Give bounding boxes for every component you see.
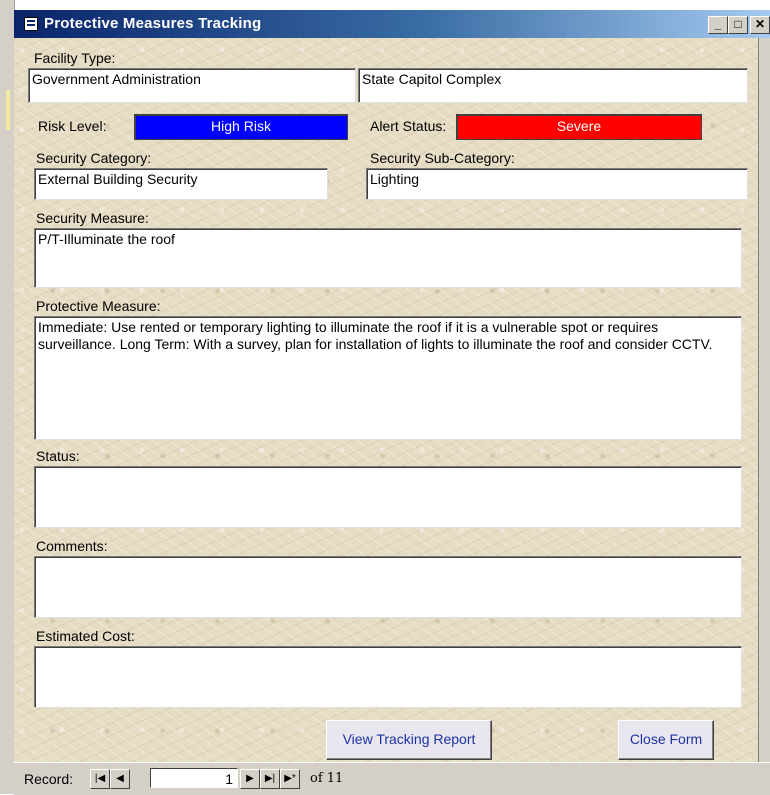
title-bar[interactable]: Protective Measures Tracking _ □ ✕ (14, 10, 770, 38)
background-window-edge (0, 0, 15, 794)
minimize-button[interactable]: _ (708, 16, 728, 34)
security-category-label: Security Category: (36, 150, 152, 166)
maximize-button[interactable]: □ (728, 16, 748, 34)
form-right-edge (758, 38, 770, 762)
estimated-cost-field[interactable] (34, 646, 742, 708)
record-navigator: Record: |◀ ◀ 1 ▶ ▶| ▶* of 11 (14, 762, 770, 795)
last-record-icon[interactable]: ▶| (260, 769, 280, 789)
view-tracking-report-button[interactable]: View Tracking Report (326, 720, 492, 760)
protective-measure-label: Protective Measure: (36, 298, 161, 314)
alert-status-label: Alert Status: (370, 118, 447, 134)
background-highlight (6, 90, 10, 130)
facility-name-field[interactable]: State Capitol Complex (358, 68, 748, 103)
security-measure-field[interactable]: P/T-Illuminate the roof (34, 228, 742, 288)
close-form-button[interactable]: Close Form (618, 720, 714, 760)
security-subcategory-label: Security Sub-Category: (370, 150, 515, 166)
risk-level-label: Risk Level: (38, 118, 107, 134)
estimated-cost-label: Estimated Cost: (36, 628, 135, 644)
form-body: Facility Type: Government Administration… (14, 38, 758, 762)
next-record-icon[interactable]: ▶ (240, 769, 260, 789)
facility-type-label: Facility Type: (34, 50, 116, 66)
current-record-input[interactable]: 1 (150, 768, 238, 788)
close-window-button[interactable]: ✕ (750, 16, 770, 34)
facility-type-field[interactable]: Government Administration (28, 68, 356, 103)
status-label: Status: (36, 448, 80, 464)
security-category-field[interactable]: External Building Security (34, 168, 328, 200)
risk-level-field[interactable]: High Risk (134, 114, 348, 140)
access-form-window: Protective Measures Tracking _ □ ✕ Facil… (0, 0, 770, 795)
form-icon (24, 17, 38, 31)
previous-record-icon[interactable]: ◀ (110, 769, 130, 789)
new-record-icon[interactable]: ▶* (280, 769, 300, 789)
comments-label: Comments: (36, 538, 108, 554)
protective-measure-field[interactable]: Immediate: Use rented or temporary light… (34, 316, 742, 440)
record-count: of 11 (310, 771, 344, 786)
security-measure-label: Security Measure: (36, 210, 149, 226)
first-record-icon[interactable]: |◀ (90, 769, 110, 789)
window-title: Protective Measures Tracking (44, 15, 262, 32)
record-label: Record: (24, 771, 74, 787)
status-field[interactable] (34, 466, 742, 528)
alert-status-field[interactable]: Severe (456, 114, 702, 140)
comments-field[interactable] (34, 556, 742, 618)
security-subcategory-field[interactable]: Lighting (366, 168, 748, 200)
